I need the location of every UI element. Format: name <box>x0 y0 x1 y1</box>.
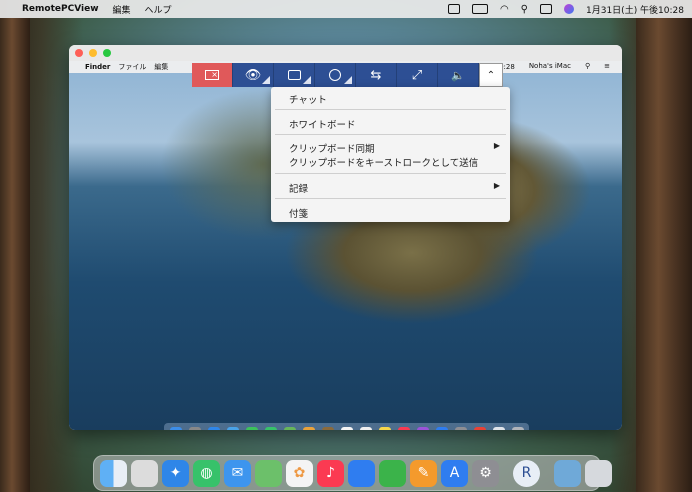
menu-divider <box>275 134 506 135</box>
battery-icon[interactable] <box>471 4 488 14</box>
menubar: RemotePCView 編集 ヘルプ ◠ ⚲ 1月31日(土) 午後10:28 <box>0 0 692 18</box>
control-center-icon[interactable] <box>540 4 552 14</box>
menu-divider <box>275 109 506 110</box>
pages-icon[interactable]: ✎ <box>410 459 437 487</box>
whiteboard-label: ホワイトボード <box>289 120 356 131</box>
remote-dock-settings-icon[interactable] <box>454 427 467 430</box>
chevron-up-icon: ⌃ <box>486 69 496 81</box>
settings-dial-icon <box>329 69 341 81</box>
zoom-window-button[interactable] <box>103 49 111 57</box>
remote-status-area: 後10:28 Noha's iMac ⚲ ≡ <box>488 62 618 72</box>
menu-divider <box>275 173 506 174</box>
remote-dock-appstore-icon[interactable] <box>435 427 448 430</box>
speaker-icon: 🔈 <box>451 68 465 82</box>
menu-edit[interactable]: 編集 <box>113 3 131 16</box>
clipboard-keystroke-label: クリップボードをキーストロークとして送信 <box>289 158 479 169</box>
remote-dock-trash-icon[interactable] <box>511 427 524 430</box>
music-icon[interactable]: ♪ <box>317 459 344 487</box>
remote-dock-document-icon[interactable] <box>492 427 505 430</box>
menu-item-sticky-note[interactable]: 付箋 <box>289 206 500 220</box>
menu-help[interactable]: ヘルプ <box>145 3 172 16</box>
siri-icon[interactable] <box>564 4 574 14</box>
settings-button[interactable] <box>315 63 356 87</box>
messages-icon[interactable]: ◍ <box>193 459 220 487</box>
fullscreen-button[interactable]: ⤢ <box>397 63 438 87</box>
close-window-button[interactable] <box>75 49 83 57</box>
finder-icon[interactable] <box>100 459 127 487</box>
remote-dock-contacts-icon[interactable] <box>321 427 334 430</box>
remote-dock-safari-icon[interactable] <box>207 427 220 430</box>
remote-search-icon[interactable]: ⚲ <box>585 62 590 72</box>
system-preferences-icon[interactable]: ⚙ <box>472 459 499 487</box>
minimize-window-button[interactable] <box>89 49 97 57</box>
remote-dock-notes-icon[interactable] <box>378 427 391 430</box>
menu-divider <box>275 198 506 199</box>
menu-item-chat[interactable]: チャット <box>289 92 500 106</box>
remote-dock-maps-icon[interactable] <box>283 427 296 430</box>
mail-icon[interactable]: ✉ <box>224 459 251 487</box>
remote-dock-launchpad-icon[interactable] <box>188 427 201 430</box>
tools-button[interactable] <box>274 63 315 87</box>
menu-item-clipboard-keystroke[interactable]: クリップボードをキーストロークとして送信 <box>289 155 500 169</box>
audio-button[interactable]: 🔈 <box>438 63 479 87</box>
clipboard-sync-label: クリップボード同期 <box>289 144 375 155</box>
remote-dock-reminders-icon[interactable] <box>359 427 372 430</box>
app-menu[interactable]: RemotePCView <box>22 4 99 14</box>
screen-close-icon: × <box>205 70 219 80</box>
menu-item-whiteboard[interactable]: ホワイトボード <box>289 117 500 131</box>
safari-icon[interactable]: ✦ <box>162 459 189 487</box>
remote-status-icon[interactable] <box>447 4 460 14</box>
file-transfer-button[interactable]: ⇆ <box>356 63 397 87</box>
disconnect-button[interactable]: × <box>192 63 233 87</box>
status-area: ◠ ⚲ 1月31日(土) 午後10:28 <box>447 0 684 18</box>
tools-dropdown-menu: チャット ホワイトボード クリップボード同期 ▶ クリップボードをキーストローク… <box>271 87 510 222</box>
remote-computer-name[interactable]: Noha's iMac <box>529 62 571 72</box>
photos-icon[interactable]: ✿ <box>286 459 313 487</box>
submenu-arrow-icon: ▶ <box>493 141 500 150</box>
remotepc-icon[interactable]: R <box>513 459 540 487</box>
remote-dock-calendar-icon[interactable] <box>340 427 353 430</box>
remote-dock-facetime-icon[interactable] <box>245 427 258 430</box>
tree-trunk-left <box>0 18 30 492</box>
sticky-label: 付箋 <box>289 209 309 220</box>
remote-list-icon[interactable]: ≡ <box>604 62 610 72</box>
toolbox-icon <box>287 70 301 80</box>
remote-dock-finder-icon[interactable] <box>169 427 182 430</box>
remote-dock-photos-icon[interactable] <box>302 427 315 430</box>
fullscreen-icon: ⤢ <box>411 67 423 83</box>
launchpad-icon[interactable] <box>131 459 158 487</box>
remote-dock-mail-icon[interactable] <box>226 427 239 430</box>
numbers-icon[interactable] <box>379 459 406 487</box>
remote-dock-podcasts-icon[interactable] <box>416 427 429 430</box>
remote-edit-menu[interactable]: 編集 <box>154 62 168 72</box>
downloads-folder-icon[interactable] <box>554 459 581 487</box>
collapse-toolbar-button[interactable]: ⌃ <box>479 63 503 87</box>
clock[interactable]: 1月31日(土) 午後10:28 <box>586 3 684 16</box>
menu-item-clipboard-sync[interactable]: クリップボード同期 ▶ <box>289 141 500 155</box>
menu-item-record[interactable]: 記録 ▶ <box>289 181 500 195</box>
maps-icon[interactable] <box>255 459 282 487</box>
eye-icon: 👁 <box>244 67 262 83</box>
chat-label: チャット <box>289 95 327 106</box>
window-titlebar[interactable] <box>69 45 622 61</box>
remote-file-menu[interactable]: ファイル <box>118 62 146 72</box>
submenu-arrow-icon: ▶ <box>493 181 500 190</box>
keynote-icon[interactable] <box>348 459 375 487</box>
search-icon[interactable]: ⚲ <box>521 4 528 15</box>
transfer-arrows-icon: ⇆ <box>370 67 382 83</box>
wifi-icon[interactable]: ◠ <box>500 4 509 15</box>
record-label: 記録 <box>289 184 309 195</box>
trash-icon[interactable] <box>585 459 612 487</box>
remote-dock-messages-icon[interactable] <box>264 427 277 430</box>
view-button[interactable]: 👁 <box>233 63 274 87</box>
remote-dock <box>164 423 529 430</box>
dock: ✦ ◍ ✉ ✿ ♪ ✎ A ⚙ R <box>93 455 612 491</box>
remote-dock-music-icon[interactable] <box>397 427 410 430</box>
remote-finder-menu[interactable]: Finder <box>85 63 110 71</box>
remote-dock-chrome-icon[interactable] <box>473 427 486 430</box>
appstore-icon[interactable]: A <box>441 459 468 487</box>
tree-trunk-right <box>636 18 692 492</box>
remote-toolbar: × 👁 ⇆ ⤢ 🔈 ⌃ <box>192 63 503 87</box>
